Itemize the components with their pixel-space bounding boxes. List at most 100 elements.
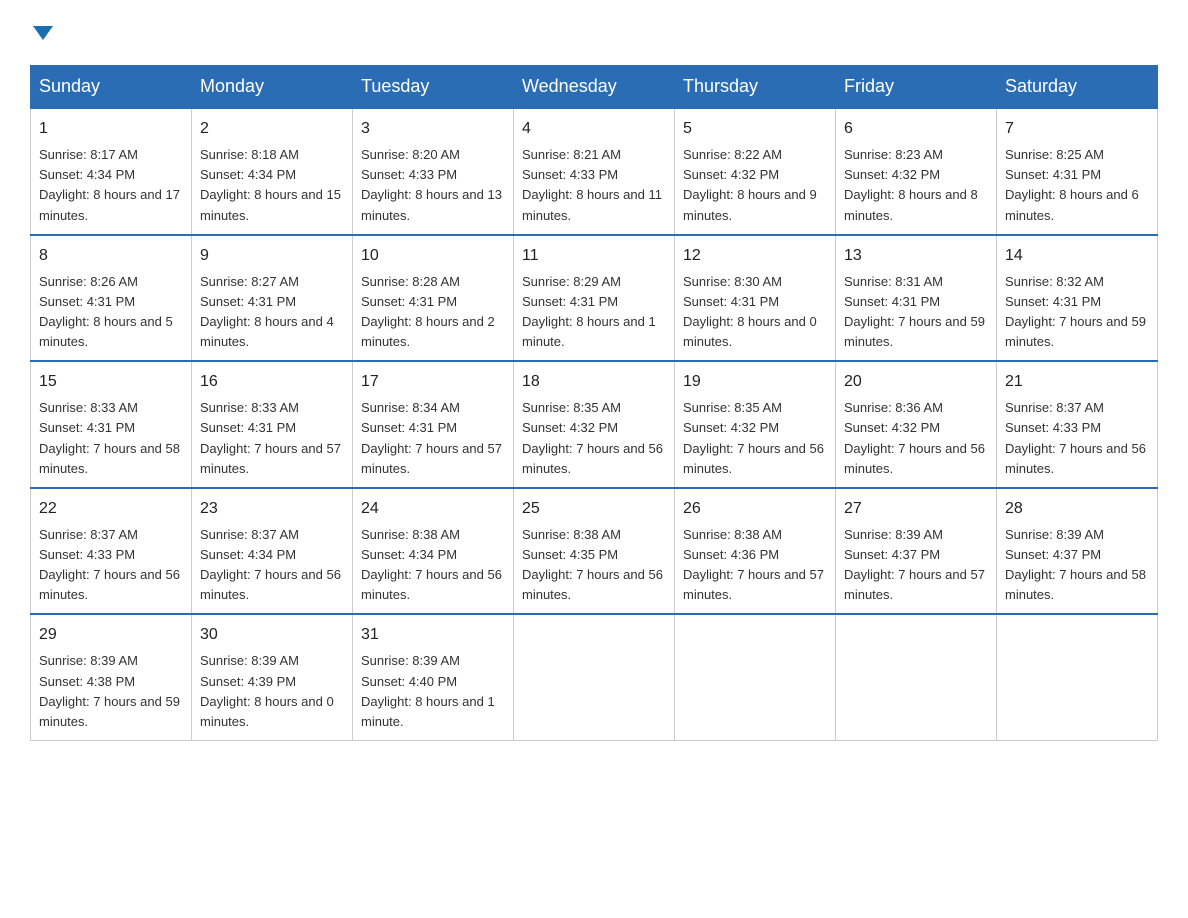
calendar-cell: 18 Sunrise: 8:35 AMSunset: 4:32 PMDaylig…	[514, 361, 675, 488]
calendar-cell: 30 Sunrise: 8:39 AMSunset: 4:39 PMDaylig…	[192, 614, 353, 740]
day-info: Sunrise: 8:26 AMSunset: 4:31 PMDaylight:…	[39, 274, 173, 349]
column-header-wednesday: Wednesday	[514, 66, 675, 109]
day-info: Sunrise: 8:20 AMSunset: 4:33 PMDaylight:…	[361, 147, 502, 222]
column-header-monday: Monday	[192, 66, 353, 109]
calendar-cell: 16 Sunrise: 8:33 AMSunset: 4:31 PMDaylig…	[192, 361, 353, 488]
day-info: Sunrise: 8:30 AMSunset: 4:31 PMDaylight:…	[683, 274, 817, 349]
day-number: 22	[39, 497, 183, 521]
calendar-cell: 10 Sunrise: 8:28 AMSunset: 4:31 PMDaylig…	[353, 235, 514, 362]
calendar-cell: 28 Sunrise: 8:39 AMSunset: 4:37 PMDaylig…	[997, 488, 1158, 615]
calendar-cell	[675, 614, 836, 740]
calendar-cell: 4 Sunrise: 8:21 AMSunset: 4:33 PMDayligh…	[514, 108, 675, 235]
calendar-cell: 11 Sunrise: 8:29 AMSunset: 4:31 PMDaylig…	[514, 235, 675, 362]
column-header-tuesday: Tuesday	[353, 66, 514, 109]
column-header-sunday: Sunday	[31, 66, 192, 109]
day-info: Sunrise: 8:32 AMSunset: 4:31 PMDaylight:…	[1005, 274, 1146, 349]
day-number: 17	[361, 370, 505, 394]
day-number: 6	[844, 117, 988, 141]
day-number: 26	[683, 497, 827, 521]
calendar-week-row: 8 Sunrise: 8:26 AMSunset: 4:31 PMDayligh…	[31, 235, 1158, 362]
day-number: 3	[361, 117, 505, 141]
calendar-cell	[836, 614, 997, 740]
day-number: 13	[844, 244, 988, 268]
day-info: Sunrise: 8:39 AMSunset: 4:39 PMDaylight:…	[200, 653, 334, 728]
calendar-header-row: SundayMondayTuesdayWednesdayThursdayFrid…	[31, 66, 1158, 109]
calendar-cell: 8 Sunrise: 8:26 AMSunset: 4:31 PMDayligh…	[31, 235, 192, 362]
calendar-cell: 31 Sunrise: 8:39 AMSunset: 4:40 PMDaylig…	[353, 614, 514, 740]
column-header-saturday: Saturday	[997, 66, 1158, 109]
day-number: 16	[200, 370, 344, 394]
day-info: Sunrise: 8:27 AMSunset: 4:31 PMDaylight:…	[200, 274, 334, 349]
calendar-cell: 27 Sunrise: 8:39 AMSunset: 4:37 PMDaylig…	[836, 488, 997, 615]
day-info: Sunrise: 8:38 AMSunset: 4:35 PMDaylight:…	[522, 527, 663, 602]
day-number: 20	[844, 370, 988, 394]
day-number: 14	[1005, 244, 1149, 268]
day-info: Sunrise: 8:38 AMSunset: 4:34 PMDaylight:…	[361, 527, 502, 602]
day-number: 15	[39, 370, 183, 394]
day-info: Sunrise: 8:18 AMSunset: 4:34 PMDaylight:…	[200, 147, 341, 222]
calendar-table: SundayMondayTuesdayWednesdayThursdayFrid…	[30, 65, 1158, 741]
calendar-cell: 2 Sunrise: 8:18 AMSunset: 4:34 PMDayligh…	[192, 108, 353, 235]
day-info: Sunrise: 8:37 AMSunset: 4:34 PMDaylight:…	[200, 527, 341, 602]
day-info: Sunrise: 8:25 AMSunset: 4:31 PMDaylight:…	[1005, 147, 1139, 222]
calendar-cell: 19 Sunrise: 8:35 AMSunset: 4:32 PMDaylig…	[675, 361, 836, 488]
day-number: 27	[844, 497, 988, 521]
calendar-week-row: 15 Sunrise: 8:33 AMSunset: 4:31 PMDaylig…	[31, 361, 1158, 488]
calendar-cell: 6 Sunrise: 8:23 AMSunset: 4:32 PMDayligh…	[836, 108, 997, 235]
day-info: Sunrise: 8:34 AMSunset: 4:31 PMDaylight:…	[361, 400, 502, 475]
logo-arrow-icon	[33, 22, 53, 47]
calendar-cell: 1 Sunrise: 8:17 AMSunset: 4:34 PMDayligh…	[31, 108, 192, 235]
calendar-cell: 21 Sunrise: 8:37 AMSunset: 4:33 PMDaylig…	[997, 361, 1158, 488]
day-number: 19	[683, 370, 827, 394]
calendar-cell: 22 Sunrise: 8:37 AMSunset: 4:33 PMDaylig…	[31, 488, 192, 615]
day-info: Sunrise: 8:35 AMSunset: 4:32 PMDaylight:…	[683, 400, 824, 475]
day-info: Sunrise: 8:29 AMSunset: 4:31 PMDaylight:…	[522, 274, 656, 349]
day-info: Sunrise: 8:31 AMSunset: 4:31 PMDaylight:…	[844, 274, 985, 349]
day-info: Sunrise: 8:37 AMSunset: 4:33 PMDaylight:…	[39, 527, 180, 602]
day-info: Sunrise: 8:39 AMSunset: 4:37 PMDaylight:…	[844, 527, 985, 602]
calendar-cell: 17 Sunrise: 8:34 AMSunset: 4:31 PMDaylig…	[353, 361, 514, 488]
day-number: 11	[522, 244, 666, 268]
day-info: Sunrise: 8:28 AMSunset: 4:31 PMDaylight:…	[361, 274, 495, 349]
logo	[30, 20, 53, 45]
day-info: Sunrise: 8:38 AMSunset: 4:36 PMDaylight:…	[683, 527, 824, 602]
day-number: 2	[200, 117, 344, 141]
calendar-cell: 3 Sunrise: 8:20 AMSunset: 4:33 PMDayligh…	[353, 108, 514, 235]
column-header-friday: Friday	[836, 66, 997, 109]
calendar-cell: 29 Sunrise: 8:39 AMSunset: 4:38 PMDaylig…	[31, 614, 192, 740]
day-number: 5	[683, 117, 827, 141]
page-header	[30, 20, 1158, 45]
calendar-cell: 5 Sunrise: 8:22 AMSunset: 4:32 PMDayligh…	[675, 108, 836, 235]
day-info: Sunrise: 8:39 AMSunset: 4:38 PMDaylight:…	[39, 653, 180, 728]
calendar-cell: 26 Sunrise: 8:38 AMSunset: 4:36 PMDaylig…	[675, 488, 836, 615]
calendar-cell: 13 Sunrise: 8:31 AMSunset: 4:31 PMDaylig…	[836, 235, 997, 362]
calendar-week-row: 29 Sunrise: 8:39 AMSunset: 4:38 PMDaylig…	[31, 614, 1158, 740]
day-number: 24	[361, 497, 505, 521]
day-info: Sunrise: 8:39 AMSunset: 4:40 PMDaylight:…	[361, 653, 495, 728]
calendar-cell	[997, 614, 1158, 740]
day-info: Sunrise: 8:39 AMSunset: 4:37 PMDaylight:…	[1005, 527, 1146, 602]
calendar-cell: 15 Sunrise: 8:33 AMSunset: 4:31 PMDaylig…	[31, 361, 192, 488]
day-number: 21	[1005, 370, 1149, 394]
day-number: 1	[39, 117, 183, 141]
calendar-cell: 20 Sunrise: 8:36 AMSunset: 4:32 PMDaylig…	[836, 361, 997, 488]
calendar-cell: 14 Sunrise: 8:32 AMSunset: 4:31 PMDaylig…	[997, 235, 1158, 362]
day-number: 31	[361, 623, 505, 647]
day-info: Sunrise: 8:17 AMSunset: 4:34 PMDaylight:…	[39, 147, 180, 222]
day-number: 28	[1005, 497, 1149, 521]
calendar-cell: 12 Sunrise: 8:30 AMSunset: 4:31 PMDaylig…	[675, 235, 836, 362]
day-info: Sunrise: 8:22 AMSunset: 4:32 PMDaylight:…	[683, 147, 817, 222]
calendar-cell: 23 Sunrise: 8:37 AMSunset: 4:34 PMDaylig…	[192, 488, 353, 615]
day-number: 25	[522, 497, 666, 521]
calendar-cell	[514, 614, 675, 740]
day-info: Sunrise: 8:37 AMSunset: 4:33 PMDaylight:…	[1005, 400, 1146, 475]
day-info: Sunrise: 8:33 AMSunset: 4:31 PMDaylight:…	[39, 400, 180, 475]
day-number: 12	[683, 244, 827, 268]
day-number: 7	[1005, 117, 1149, 141]
calendar-week-row: 22 Sunrise: 8:37 AMSunset: 4:33 PMDaylig…	[31, 488, 1158, 615]
day-number: 18	[522, 370, 666, 394]
day-info: Sunrise: 8:21 AMSunset: 4:33 PMDaylight:…	[522, 147, 662, 222]
day-number: 8	[39, 244, 183, 268]
day-info: Sunrise: 8:23 AMSunset: 4:32 PMDaylight:…	[844, 147, 978, 222]
day-info: Sunrise: 8:36 AMSunset: 4:32 PMDaylight:…	[844, 400, 985, 475]
